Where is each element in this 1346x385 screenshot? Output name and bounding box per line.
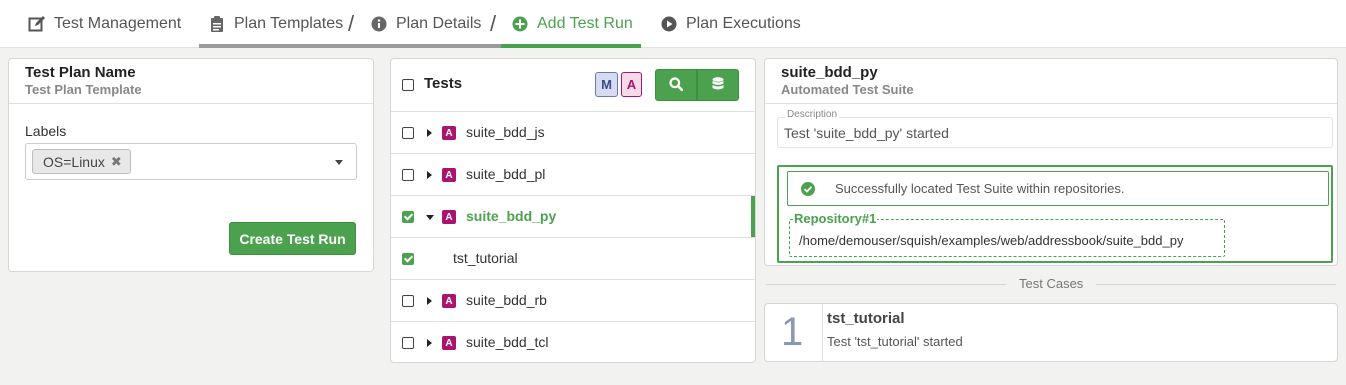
test-row-label: suite_bdd_pl	[466, 166, 546, 182]
tests-title: Tests	[424, 75, 463, 92]
nav-plan-executions[interactable]: Plan Executions	[660, 0, 801, 48]
row-checkbox[interactable]	[402, 337, 414, 349]
row-checkbox[interactable]	[402, 295, 414, 307]
test-case-description: Test 'tst_tutorial' started	[827, 334, 963, 349]
description-text: Test 'suite_bdd_py' started	[784, 125, 949, 141]
search-icon	[669, 76, 684, 94]
nav-plan-templates[interactable]: Plan Templates	[208, 0, 343, 48]
divider-right	[1096, 284, 1336, 285]
database-icon	[712, 76, 724, 94]
create-test-run-button[interactable]: Create Test Run	[229, 222, 356, 255]
nav-plan-templates-label: Plan Templates	[234, 15, 344, 32]
nav-plan-executions-label: Plan Executions	[686, 15, 801, 32]
expand-icon[interactable]	[427, 339, 432, 347]
nav-add-test-run[interactable]: Add Test Run	[511, 0, 633, 48]
repository-box: Successfully located Test Suite within r…	[777, 165, 1333, 263]
test-case-number: 1	[781, 310, 804, 354]
automated-badge: A	[442, 294, 456, 308]
top-navigation: Test Management Plan Templates / Plan De…	[0, 0, 1346, 48]
plus-circle-icon	[511, 15, 529, 33]
test-case-name: tst_tutorial	[827, 310, 905, 327]
tests-header: Tests M A	[391, 59, 755, 111]
test-cases-heading: Test Cases	[1019, 276, 1084, 291]
test-case-row[interactable]: tst_tutorial	[391, 237, 755, 279]
divider-left	[766, 284, 1006, 285]
row-checkbox[interactable]	[402, 127, 414, 139]
success-message: Successfully located Test Suite within r…	[787, 171, 1329, 206]
clipboard-icon	[208, 15, 226, 33]
test-row-label: tst_tutorial	[453, 250, 518, 266]
nav-plan-details-label: Plan Details	[396, 15, 482, 32]
test-row-label: suite_bdd_py	[466, 208, 557, 224]
description-field: Test 'suite_bdd_py' started	[777, 117, 1333, 148]
automated-badge: A	[442, 168, 456, 182]
suite-title: suite_bdd_py	[781, 64, 878, 81]
card-divider	[822, 304, 823, 361]
info-icon	[370, 15, 388, 33]
expand-icon[interactable]	[427, 297, 432, 305]
test-row[interactable]: A suite_bdd_pl	[391, 153, 755, 195]
test-plan-subtitle: Test Plan Template	[25, 82, 142, 97]
label-chip-text: OS=Linux	[43, 153, 105, 170]
collapse-icon[interactable]	[426, 215, 434, 220]
automated-badge: A	[442, 336, 456, 350]
test-row-label: suite_bdd_rb	[466, 292, 547, 308]
labels-label: Labels	[25, 123, 67, 139]
select-all-checkbox[interactable]	[402, 79, 414, 91]
suite-subtitle: Automated Test Suite	[781, 82, 914, 97]
breadcrumb-underline	[199, 44, 501, 48]
nav-test-management[interactable]: Test Management	[28, 0, 181, 48]
nav-plan-details[interactable]: Plan Details	[370, 0, 481, 48]
automated-badge: A	[442, 126, 456, 140]
expand-icon[interactable]	[427, 129, 432, 137]
success-text: Successfully located Test Suite within r…	[835, 181, 1125, 196]
row-checkbox[interactable]	[402, 211, 414, 223]
test-plan-header: Test Plan Name Test Plan Template	[9, 59, 373, 104]
test-row[interactable]: A suite_bdd_js	[391, 111, 755, 153]
label-chip: OS=Linux ✖	[32, 149, 131, 174]
test-row[interactable]: A suite_bdd_rb	[391, 279, 755, 321]
nav-add-test-run-label: Add Test Run	[537, 15, 633, 32]
labels-select[interactable]: OS=Linux ✖	[25, 143, 357, 180]
test-row-selected[interactable]: A suite_bdd_py	[391, 195, 755, 238]
check-circle-icon	[801, 182, 815, 201]
expand-icon[interactable]	[427, 171, 432, 179]
automated-badge: A	[442, 210, 456, 224]
repository-path: /home/demouser/squish/examples/web/addre…	[799, 233, 1184, 248]
selected-indicator	[751, 196, 755, 238]
suite-panel: suite_bdd_py Automated Test Suite Test '…	[764, 58, 1338, 266]
automated-filter-badge[interactable]: A	[621, 72, 642, 97]
row-checkbox[interactable]	[402, 169, 414, 181]
test-row-label: suite_bdd_js	[466, 124, 545, 140]
manual-filter-badge[interactable]: M	[595, 72, 618, 97]
breadcrumb-separator: /	[348, 11, 355, 36]
edit-icon	[28, 15, 46, 33]
repository-legend: Repository#1	[793, 211, 878, 226]
search-button[interactable]	[655, 69, 697, 101]
nav-test-management-label: Test Management	[54, 15, 182, 32]
suite-header: suite_bdd_py Automated Test Suite	[765, 59, 1337, 104]
test-row[interactable]: A suite_bdd_tcl	[391, 321, 755, 362]
chip-remove-icon[interactable]: ✖	[111, 154, 122, 170]
test-row-label: suite_bdd_tcl	[466, 334, 549, 350]
breadcrumb-separator: /	[490, 11, 497, 36]
tests-panel: Tests M A A suite_bdd_js A suite_bdd_pl …	[390, 58, 756, 363]
row-checkbox[interactable]	[402, 253, 414, 265]
test-case-card[interactable]: 1 tst_tutorial Test 'tst_tutorial' start…	[764, 303, 1338, 362]
active-tab-underline	[501, 44, 641, 48]
description-legend: Description	[785, 109, 840, 120]
play-circle-icon	[660, 15, 678, 33]
database-button[interactable]	[697, 69, 739, 101]
dropdown-caret-icon[interactable]	[335, 160, 343, 165]
test-plan-panel: Test Plan Name Test Plan Template Labels…	[8, 58, 374, 272]
test-plan-title: Test Plan Name	[25, 64, 136, 81]
